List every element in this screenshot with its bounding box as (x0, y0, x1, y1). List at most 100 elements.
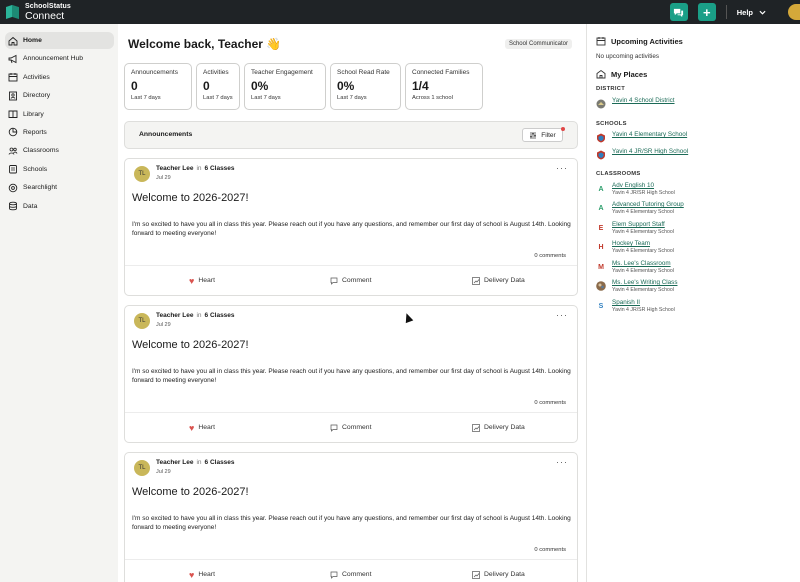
my-places-title: My Places (611, 69, 648, 79)
classroom-item[interactable]: E Elem Support Staff Yavin 4 Elementary S… (596, 221, 674, 235)
sidebar-item-reports[interactable]: Reports (5, 124, 114, 141)
heart-label: Heart (198, 424, 215, 431)
classroom-name: Ms. Lee's Classroom (612, 260, 671, 267)
classroom-letter-icon: E (598, 224, 604, 232)
comment-button[interactable]: Comment (330, 424, 371, 432)
megaphone-icon (8, 54, 18, 64)
stat-card-connected-families[interactable]: Connected Families 1/4 Across 1 school (405, 63, 483, 110)
role-badge: School Communicator (504, 39, 572, 49)
sidebar-item-schools[interactable]: Schools (5, 161, 114, 178)
school-item[interactable]: Yavin 4 JR/SR High School (596, 148, 688, 160)
post-title: Welcome to 2026-2027! (132, 339, 249, 351)
delivery-label: Delivery Data (484, 424, 525, 431)
sidebar-item-activities[interactable]: Activities (5, 69, 114, 86)
delivery-data-button[interactable]: Delivery Data (472, 423, 525, 432)
classroom-item[interactable]: S Spanish II Yavin 4 JR/SR High School (596, 299, 675, 313)
delivery-data-button[interactable]: Delivery Data (472, 276, 525, 285)
heart-button[interactable]: ♥ Heart (189, 570, 215, 580)
calendar-icon (8, 72, 18, 82)
classrooms-icon (8, 146, 18, 156)
classroom-letter-icon: S (598, 302, 604, 310)
stat-card-activities[interactable]: Activities 0 Last 7 days (196, 63, 240, 110)
delivery-data-button[interactable]: Delivery Data (472, 570, 525, 579)
stats-row: Announcements 0 Last 7 days Activities 0… (124, 63, 483, 110)
stat-label: School Read Rate (337, 69, 390, 76)
author-name[interactable]: Teacher Lee (156, 165, 193, 172)
post-group[interactable]: 6 Classes (205, 459, 235, 466)
author-avatar[interactable]: TL (134, 313, 150, 329)
stat-card-teacher-engagement[interactable]: Teacher Engagement 0% Last 7 days (244, 63, 326, 110)
sidebar-item-data[interactable]: Data (5, 198, 114, 215)
post-group[interactable]: 6 Classes (205, 312, 235, 319)
district-name: Yavin 4 School District (612, 97, 675, 104)
sidebar-item-home[interactable]: Home (5, 32, 114, 49)
heart-label: Heart (198, 277, 215, 284)
user-avatar[interactable] (788, 4, 800, 20)
topbar-divider (725, 5, 727, 19)
stat-sub: Last 7 days (251, 95, 281, 101)
post-card: TL Teacher Lee in 6 Classes Jul 29 ··· Wel… (124, 452, 578, 582)
more-options-icon[interactable]: ··· (556, 457, 568, 467)
messages-button[interactable] (669, 3, 688, 21)
more-options-icon[interactable]: ··· (556, 310, 568, 320)
heart-button[interactable]: ♥ Heart (189, 423, 215, 433)
post-group[interactable]: 6 Classes (205, 165, 235, 172)
classroom-school: Yavin 4 JR/SR High School (612, 306, 675, 313)
sidebar-item-directory[interactable]: Directory (5, 87, 114, 104)
more-options-icon[interactable]: ··· (556, 163, 568, 173)
classroom-letter-icon: A (598, 185, 604, 193)
comment-label: Comment (342, 424, 372, 431)
classroom-name: Adv English 10 (612, 182, 655, 189)
stat-label: Announcements (131, 69, 178, 76)
comment-label: Comment (342, 277, 372, 284)
filter-label: Filter (541, 131, 556, 139)
book-icon (8, 109, 18, 119)
stat-card-school-read-rate[interactable]: School Read Rate 0% Last 7 days (330, 63, 401, 110)
comment-button[interactable]: Comment (330, 571, 371, 579)
help-menu[interactable]: Help (737, 8, 766, 17)
classroom-item[interactable]: M Ms. Lee's Classroom Yavin 4 Elementary … (596, 260, 674, 274)
sidebar-item-classrooms[interactable]: Classrooms (5, 142, 114, 159)
classroom-photo-icon (596, 281, 606, 291)
author-name[interactable]: Teacher Lee (156, 312, 193, 319)
sidebar-item-library[interactable]: Library (5, 106, 114, 123)
post-author-line: Teacher Lee in 6 Classes (156, 312, 235, 319)
schools-label: SCHOOLS (596, 121, 627, 127)
add-button[interactable]: + (697, 3, 716, 21)
post-actions: ♥ Heart Comment Delivery Data (125, 559, 577, 582)
upcoming-title: Upcoming Activities (611, 36, 683, 46)
filter-button[interactable]: Filter (522, 127, 565, 142)
directory-icon (8, 91, 18, 101)
classroom-item[interactable]: A Adv English 10 Yavin 4 JR/SR High Schoo… (596, 182, 675, 196)
classroom-school: Yavin 4 Elementary School (612, 228, 674, 235)
heart-button[interactable]: ♥ Heart (189, 276, 215, 286)
classroom-item[interactable]: H Hockey Team Yavin 4 Elementary School (596, 240, 674, 254)
classroom-school: Yavin 4 JR/SR High School (612, 189, 675, 196)
sidebar-item-label: Data (23, 202, 38, 210)
classroom-item[interactable]: Ms. Lee's Writing Class Yavin 4 Elementar… (596, 279, 677, 293)
school-item[interactable]: Yavin 4 Elementary School (596, 131, 687, 143)
stat-value: 0% (337, 79, 355, 93)
announcements-title: Announcements (139, 131, 193, 138)
sidebar-item-announcement-hub[interactable]: Announcement Hub (5, 50, 114, 67)
heart-icon: ♥ (189, 275, 195, 286)
classroom-school: Yavin 4 Elementary School (612, 286, 674, 293)
author-avatar[interactable]: TL (134, 166, 150, 182)
app-logo[interactable]: SchoolStatus Connect (6, 3, 71, 22)
sidebar-item-searchlight[interactable]: Searchlight (5, 179, 114, 196)
post-body: I'm so excited to have you all in class … (132, 368, 571, 385)
sidebar-item-label: Classrooms (23, 147, 59, 155)
author-avatar[interactable]: TL (134, 460, 150, 476)
author-name[interactable]: Teacher Lee (156, 459, 193, 466)
classroom-item[interactable]: A Advanced Tutoring Group Yavin 4 Element… (596, 201, 683, 215)
sidebar-item-label: Schools (23, 165, 48, 173)
comments-count[interactable]: 0 comments (534, 547, 566, 553)
comments-count[interactable]: 0 comments (534, 400, 566, 406)
stat-card-announcements[interactable]: Announcements 0 Last 7 days (124, 63, 192, 110)
district-item[interactable]: Yavin 4 School District (596, 97, 675, 109)
comments-count[interactable]: 0 comments (534, 253, 566, 259)
help-label: Help (736, 7, 753, 17)
classroom-school: Yavin 4 Elementary School (612, 247, 674, 254)
stat-sub: Last 7 days (131, 95, 161, 101)
comment-button[interactable]: Comment (330, 277, 371, 285)
